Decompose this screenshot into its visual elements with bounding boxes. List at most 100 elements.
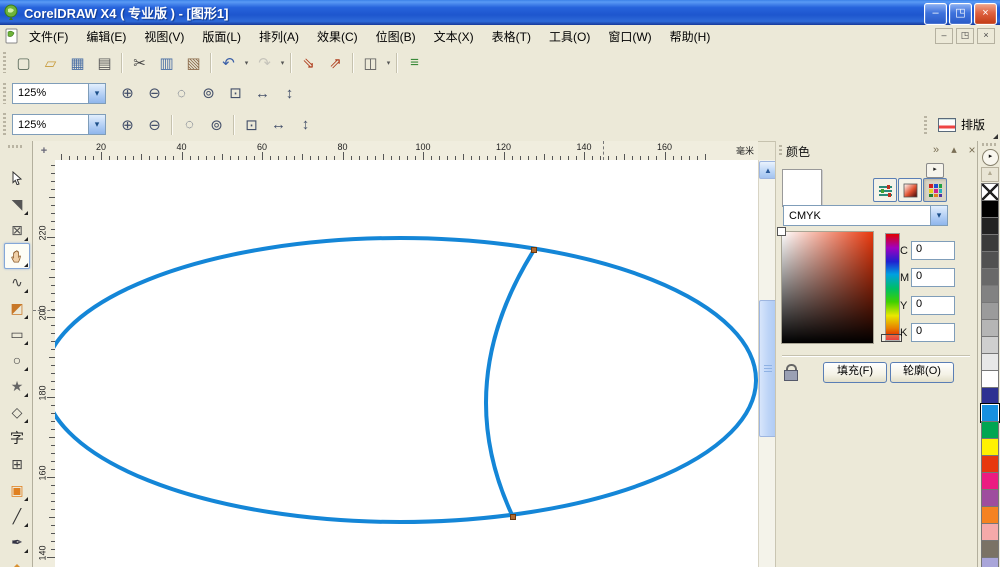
channel-value-field[interactable]: 0 [911, 241, 955, 260]
color-swatch[interactable] [981, 370, 999, 388]
ellipse-shape[interactable] [55, 236, 758, 524]
vertical-scrollbar[interactable]: ▲ [758, 160, 777, 567]
mdi-minimize-button[interactable]: – [935, 28, 953, 44]
toolbar-overflow-icon[interactable] [993, 134, 998, 139]
zoom-selected-icon[interactable]: ◌ [176, 112, 203, 138]
lock-icon[interactable] [783, 364, 798, 381]
zoom-out-icon[interactable]: ⊖ [141, 112, 168, 138]
toolbar-grip[interactable] [3, 51, 6, 74]
zoom-level-combo[interactable]: 125% ▾ [12, 114, 106, 135]
dropdown-arrow-icon[interactable]: ▾ [384, 59, 393, 67]
no-color-swatch[interactable] [981, 183, 999, 201]
horizontal-ruler[interactable]: 毫米 20 40 60 80 100 120 140 160 [55, 141, 758, 161]
arc-shape[interactable] [484, 248, 536, 518]
color-swatch[interactable] [981, 217, 999, 235]
vertical-ruler[interactable]: 220 200 180 160 140 [33, 160, 56, 567]
palette-flyout-button[interactable]: ▸ [982, 149, 999, 166]
paste-icon[interactable]: ▧ [180, 50, 207, 76]
zoom-page-width-icon[interactable]: ↔ [249, 80, 276, 106]
toolbar-grip[interactable] [3, 82, 6, 104]
copy-icon[interactable]: ▥ [153, 50, 180, 76]
restore-button[interactable]: ◳ [949, 3, 972, 25]
text-tool[interactable]: 字 [4, 425, 30, 451]
docker-collapse-icon[interactable]: ▴ [946, 143, 962, 158]
color-model-combo[interactable]: CMYK ▾ [783, 205, 948, 226]
rectangle-tool[interactable]: ▭ [4, 321, 30, 347]
color-swatch[interactable] [981, 455, 999, 473]
shape-tool[interactable]: ◥ [4, 191, 30, 217]
zoom-page-height-icon[interactable]: ↕ [292, 112, 319, 138]
color-swatch[interactable] [981, 557, 999, 567]
graph-paper-icon[interactable]: ≡ [401, 50, 428, 76]
snap-node[interactable] [510, 514, 516, 520]
redo-icon[interactable]: ↷ [251, 50, 278, 76]
close-button[interactable]: × [974, 3, 997, 25]
pan-hand-tool[interactable] [4, 243, 30, 269]
chevron-down-icon[interactable]: ▾ [88, 115, 105, 134]
color-swatch[interactable] [981, 319, 999, 337]
eyedropper-tool[interactable]: ╱ [4, 503, 30, 529]
color-palettes-view-button[interactable] [923, 178, 947, 202]
menu-item[interactable]: 表格(T) [483, 25, 540, 48]
zoom-page-icon[interactable]: ⊡ [238, 112, 265, 138]
ruler-origin[interactable]: + [33, 141, 56, 161]
color-swatch[interactable] [981, 353, 999, 371]
color-sliders-view-button[interactable] [873, 178, 897, 202]
menu-item[interactable]: 编辑(E) [77, 25, 135, 48]
zoom-in-icon[interactable]: ⊕ [114, 112, 141, 138]
mdi-restore-button[interactable]: ◳ [956, 28, 974, 44]
color-swatch[interactable] [981, 489, 999, 507]
basic-shapes-tool[interactable]: ◇ [4, 399, 30, 425]
cut-icon[interactable]: ✂ [126, 50, 153, 76]
color-swatch[interactable] [981, 523, 999, 541]
menu-item[interactable]: 位图(B) [367, 25, 425, 48]
polygon-tool[interactable]: ★ [4, 373, 30, 399]
freehand-curve-tool[interactable]: ∿ [4, 269, 30, 295]
zoom-out-icon[interactable]: ⊖ [141, 80, 168, 106]
menu-item[interactable]: 效果(C) [308, 25, 367, 48]
new-document-icon[interactable]: ▢ [10, 50, 37, 76]
color-viewers-view-button[interactable] [898, 178, 922, 202]
dropdown-arrow-icon[interactable]: ▾ [242, 59, 251, 67]
color-swatch[interactable] [980, 403, 1000, 423]
smart-fill-tool[interactable]: ◩ [4, 295, 30, 321]
minimize-button[interactable]: – [924, 3, 947, 25]
color-swatch[interactable] [981, 302, 999, 320]
zoom-selected-icon[interactable]: ◌ [168, 80, 195, 106]
toolbox-grip[interactable] [8, 145, 23, 148]
undo-icon[interactable]: ↶ [215, 50, 242, 76]
color-swatch[interactable] [981, 472, 999, 490]
layout-button[interactable]: 排版 [931, 113, 992, 136]
color-swatch[interactable] [981, 251, 999, 269]
color-swatch[interactable] [981, 200, 999, 218]
drawing-canvas[interactable] [55, 160, 758, 567]
menu-item[interactable]: 帮助(H) [661, 25, 720, 48]
pick-tool[interactable] [4, 165, 30, 191]
menu-item[interactable]: 文本(X) [425, 25, 483, 48]
color-swatch[interactable] [981, 387, 999, 405]
import-icon[interactable]: ⇘ [295, 50, 322, 76]
palette-scroll-up-button[interactable]: ▲ [981, 167, 999, 182]
fill-tool[interactable]: ◆ [4, 555, 30, 567]
docker-grip[interactable] [779, 145, 782, 157]
menu-item[interactable]: 工具(O) [540, 25, 599, 48]
ellipse-tool[interactable]: ○ [4, 347, 30, 373]
snap-node[interactable] [531, 247, 537, 253]
color-swatch[interactable] [981, 438, 999, 456]
export-icon[interactable]: ⇗ [322, 50, 349, 76]
zoom-in-icon[interactable]: ⊕ [114, 80, 141, 106]
hue-slider-handle[interactable] [881, 334, 902, 342]
zoom-page-height-icon[interactable]: ↕ [276, 80, 303, 106]
save-icon[interactable]: ▦ [64, 50, 91, 76]
zoom-page-icon[interactable]: ⊡ [222, 80, 249, 106]
table-tool[interactable]: ⊞ [4, 451, 30, 477]
color-swatch[interactable] [981, 540, 999, 558]
palette-grip[interactable] [982, 143, 997, 146]
channel-value-field[interactable]: 0 [911, 268, 955, 287]
docker-flyout-button[interactable]: ▸ [926, 163, 944, 178]
zoom-page-width-icon[interactable]: ↔ [265, 112, 292, 138]
application-launcher-icon[interactable]: ◫ [357, 50, 384, 76]
crop-tool[interactable]: ⊠ [4, 217, 30, 243]
color-swatch[interactable] [981, 234, 999, 252]
channel-value-field[interactable]: 0 [911, 296, 955, 315]
